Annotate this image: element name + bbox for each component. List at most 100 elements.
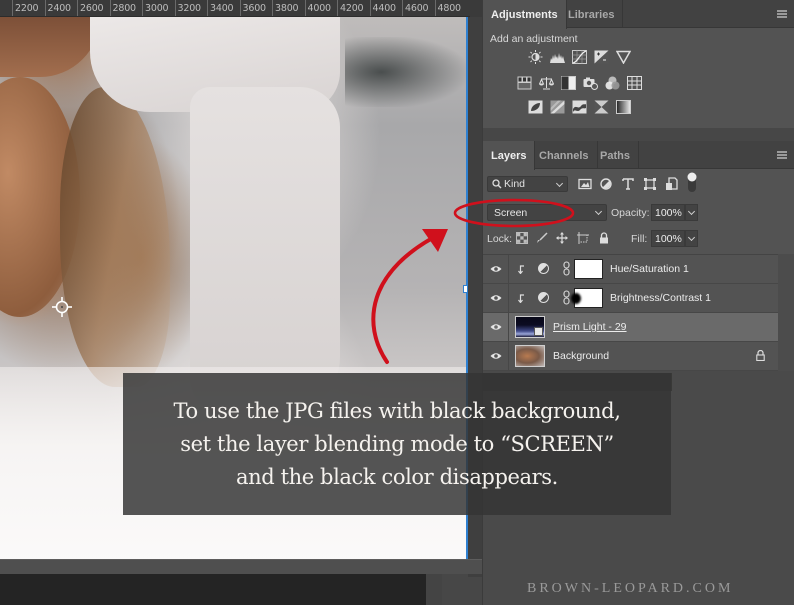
layer-thumbnail[interactable]	[515, 316, 545, 338]
lock-row: Lock: Fill: 100%	[483, 230, 794, 250]
visibility-toggle[interactable]	[483, 342, 509, 370]
eye-icon	[490, 266, 502, 272]
opacity-label: Opacity:	[611, 207, 650, 219]
horizontal-ruler[interactable]: 2200 2400 2600 2800 3000 3200 3400 3600 3800 4000…	[0, 0, 470, 17]
ruler-tick: 2200	[12, 0, 39, 16]
ruler-tick: 2400	[44, 0, 71, 16]
adjustment-layer-icon	[538, 292, 549, 303]
canvas-photo-background	[345, 37, 466, 107]
layer-mask-thumbnail[interactable]	[574, 288, 603, 308]
photoshop-window: 2200 2400 2600 2800 3000 3200 3400 3600 3800 4000…	[0, 0, 794, 605]
canvas-horizontal-scrollbar[interactable]	[0, 559, 482, 574]
canvas-photo-hair	[60, 87, 170, 387]
fill-input[interactable]: 100%	[651, 230, 685, 247]
lock-artboard-icon[interactable]	[577, 232, 589, 244]
tab-libraries[interactable]: Libraries	[560, 0, 624, 28]
kind-label: Kind	[504, 178, 526, 190]
ruler-tick: 3000	[142, 0, 169, 16]
tab-layers[interactable]: Layers	[483, 141, 536, 170]
panel-separator	[482, 128, 794, 141]
chevron-down-icon	[594, 207, 603, 216]
pixel-filter-icon[interactable]	[578, 177, 592, 191]
mask-link-icon[interactable]	[563, 261, 570, 276]
highlight-ellipse-annotation	[453, 198, 575, 228]
threshold-icon[interactable]	[572, 100, 587, 114]
adjustment-icons-row-2	[517, 76, 642, 90]
canvas-photo-arm	[0, 17, 100, 77]
timeline-area	[0, 574, 426, 605]
vibrance-icon[interactable]	[616, 50, 631, 64]
chevron-down-icon	[555, 179, 564, 188]
panel-menu-icon[interactable]	[777, 10, 787, 18]
layers-scrollbar[interactable]	[778, 254, 794, 371]
lock-image-pixels-icon[interactable]	[536, 232, 548, 244]
chevron-down-icon	[687, 233, 696, 242]
layer-row-prism-light[interactable]: Prism Light - 29	[483, 313, 779, 342]
adjustments-tabbar: Adjustments Libraries	[483, 0, 794, 29]
visibility-toggle[interactable]	[483, 255, 509, 283]
layers-list: Hue/Saturation 1 Brightness/Contrast 1 P…	[483, 254, 779, 371]
layer-row-hue-saturation[interactable]: Hue/Saturation 1	[483, 255, 779, 284]
hue-saturation-icon[interactable]	[517, 76, 532, 90]
mask-link-icon[interactable]	[563, 290, 570, 305]
layer-kind-select[interactable]: Kind	[487, 176, 568, 192]
color-lookup-icon[interactable]	[627, 76, 642, 90]
smart-object-filter-icon[interactable]	[665, 177, 679, 191]
opacity-dropdown[interactable]	[685, 204, 698, 221]
visibility-toggle[interactable]	[483, 313, 509, 341]
black-white-icon[interactable]	[561, 76, 576, 90]
photo-filter-icon[interactable]	[583, 76, 598, 90]
lock-position-icon[interactable]	[556, 232, 568, 244]
adjustments-panel: Adjustments Libraries Add an adjustment	[482, 0, 794, 128]
curves-icon[interactable]	[572, 50, 587, 64]
layer-name: Prism Light - 29	[553, 321, 627, 333]
lock-all-icon[interactable]	[598, 232, 610, 244]
fill-dropdown[interactable]	[685, 230, 698, 247]
tab-adjustments[interactable]: Adjustments	[483, 0, 567, 29]
layer-row-background[interactable]: Background	[483, 342, 779, 371]
ruler-tick: 4800	[434, 0, 461, 16]
ruler-tick: 3600	[239, 0, 266, 16]
selective-color-icon[interactable]	[594, 100, 609, 114]
caption-text: To use the JPG files with black backgrou…	[173, 398, 621, 489]
filter-toggle-icon[interactable]	[685, 171, 699, 193]
levels-icon[interactable]	[550, 50, 565, 64]
eye-icon	[490, 353, 502, 359]
ruler-tick: 2600	[77, 0, 104, 16]
layer-name: Brightness/Contrast 1	[610, 292, 711, 304]
tab-channels[interactable]: Channels	[531, 141, 598, 169]
type-filter-icon[interactable]	[621, 177, 635, 191]
tab-paths[interactable]: Paths	[592, 141, 639, 169]
ruler-tick: 4400	[369, 0, 396, 16]
adjustment-icons-row-1	[528, 50, 631, 64]
layer-locked-icon[interactable]	[756, 350, 765, 361]
crosshair-cursor-icon	[52, 297, 72, 317]
brightness-contrast-icon[interactable]	[528, 50, 543, 64]
channel-mixer-icon[interactable]	[605, 76, 620, 90]
adjustment-icons-row-3	[528, 100, 631, 114]
exposure-icon[interactable]	[594, 50, 609, 64]
adjustments-title: Add an adjustment	[490, 33, 578, 45]
instruction-caption: To use the JPG files with black backgrou…	[123, 373, 671, 515]
layer-thumbnail[interactable]	[515, 345, 545, 367]
color-balance-icon[interactable]	[539, 76, 554, 90]
posterize-icon[interactable]	[550, 100, 565, 114]
shape-filter-icon[interactable]	[643, 177, 657, 191]
adjustment-layer-icon	[538, 263, 549, 274]
layer-mask-thumbnail[interactable]	[574, 259, 603, 279]
search-icon	[492, 179, 502, 189]
gradient-map-icon[interactable]	[616, 100, 631, 114]
eye-icon	[490, 295, 502, 301]
layer-name: Background	[553, 350, 610, 362]
layer-filter-row: Kind	[483, 172, 794, 198]
invert-icon[interactable]	[528, 100, 543, 114]
visibility-toggle[interactable]	[483, 284, 509, 312]
adjustment-filter-icon[interactable]	[599, 177, 613, 191]
opacity-input[interactable]: 100%	[651, 204, 685, 221]
lock-label: Lock:	[487, 233, 513, 245]
ruler-tick: 3400	[207, 0, 234, 16]
panel-menu-icon[interactable]	[777, 151, 787, 159]
layer-name: Hue/Saturation 1	[610, 263, 689, 275]
lock-transparent-pixels-icon[interactable]	[516, 232, 528, 244]
layer-row-brightness-contrast[interactable]: Brightness/Contrast 1	[483, 284, 779, 313]
